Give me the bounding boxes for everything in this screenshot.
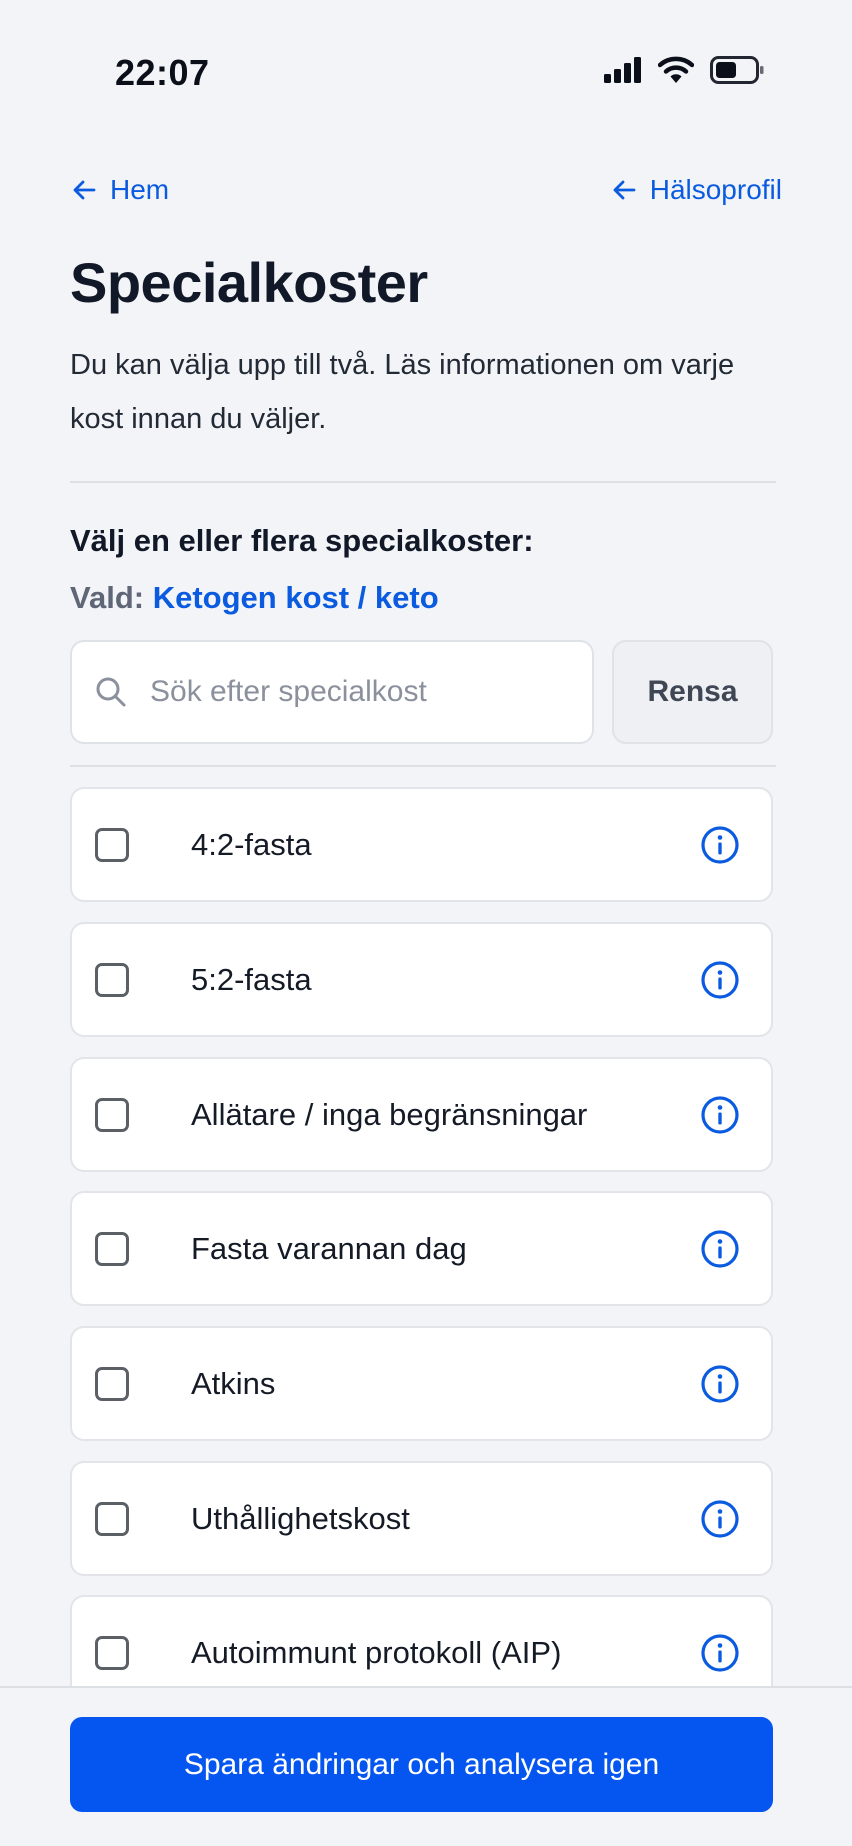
- diet-item-atkins[interactable]: Atkins: [70, 1326, 773, 1441]
- divider: [70, 481, 776, 483]
- diet-label: Uthållighetskost: [191, 1500, 410, 1536]
- diet-item-aip[interactable]: Autoimmunt protokoll (AIP): [70, 1595, 773, 1687]
- diet-item-allatare[interactable]: Allätare / inga begränsningar: [70, 1057, 773, 1172]
- nav-row: Hem Hälsoprofil: [70, 170, 782, 210]
- info-icon[interactable]: [700, 825, 740, 865]
- status-time: 22:07: [115, 52, 210, 93]
- selected-label: Vald:: [70, 580, 145, 615]
- page-title: Specialkoster: [70, 251, 428, 314]
- status-icons: [604, 56, 764, 84]
- info-icon[interactable]: [700, 1095, 740, 1135]
- cellular-signal-icon: [604, 57, 641, 83]
- diet-label: Allätare / inga begränsningar: [191, 1096, 588, 1132]
- search-input[interactable]: [150, 675, 570, 709]
- search-icon: [96, 677, 126, 707]
- diet-item-fasta-varannan-dag[interactable]: Fasta varannan dag: [70, 1191, 773, 1306]
- diet-item-5-2-fasta[interactable]: 5:2-fasta: [70, 922, 773, 1037]
- info-icon[interactable]: [700, 1499, 740, 1539]
- selected-value: Ketogen kost / keto: [152, 580, 439, 615]
- diet-item-4-2-fasta[interactable]: 4:2-fasta: [70, 787, 773, 902]
- info-icon[interactable]: [700, 1364, 740, 1404]
- back-home-label: Hem: [110, 174, 170, 205]
- bottom-action-bar: Spara ändringar och analysera igen: [0, 1686, 852, 1846]
- arrow-left-icon: [73, 180, 96, 200]
- checkbox[interactable]: [95, 1231, 129, 1266]
- arrow-left-icon: [613, 180, 636, 200]
- checkbox[interactable]: [95, 1501, 129, 1536]
- info-icon[interactable]: [700, 960, 740, 1000]
- back-health-profile-label: Hälsoprofil: [649, 174, 782, 205]
- battery-icon: [710, 56, 764, 84]
- checkbox[interactable]: [95, 1366, 129, 1401]
- diet-label: Autoimmunt protokoll (AIP): [191, 1634, 562, 1670]
- diet-label: 5:2-fasta: [191, 961, 312, 997]
- diet-list: 4:2-fasta 5:2-fasta Allätare / inga begr…: [70, 787, 773, 1687]
- checkbox[interactable]: [95, 1097, 129, 1132]
- selected-summary: Vald: Ketogen kost / keto: [70, 580, 439, 616]
- save-and-reanalyze-button[interactable]: Spara ändringar och analysera igen: [70, 1717, 773, 1812]
- diet-item-uthallighetskost[interactable]: Uthållighetskost: [70, 1461, 773, 1576]
- back-health-profile-link[interactable]: Hälsoprofil: [610, 174, 782, 206]
- diet-label: Fasta varannan dag: [191, 1230, 467, 1266]
- checkbox[interactable]: [95, 1635, 129, 1670]
- diet-label: Atkins: [191, 1365, 276, 1401]
- diet-label: 4:2-fasta: [191, 826, 312, 862]
- checkbox[interactable]: [95, 962, 129, 997]
- search-box[interactable]: [70, 640, 594, 744]
- back-home-link[interactable]: Hem: [70, 174, 169, 206]
- status-bar: 22:07: [0, 0, 852, 150]
- info-icon[interactable]: [700, 1229, 740, 1269]
- checkbox[interactable]: [95, 827, 129, 862]
- clear-button[interactable]: Rensa: [612, 640, 773, 744]
- selection-heading: Välj en eller flera specialkoster:: [70, 523, 534, 558]
- info-icon[interactable]: [700, 1633, 740, 1673]
- divider: [70, 765, 776, 767]
- wifi-icon: [658, 56, 694, 83]
- page-subtitle: Du kan välja upp till två. Läs informati…: [70, 349, 735, 435]
